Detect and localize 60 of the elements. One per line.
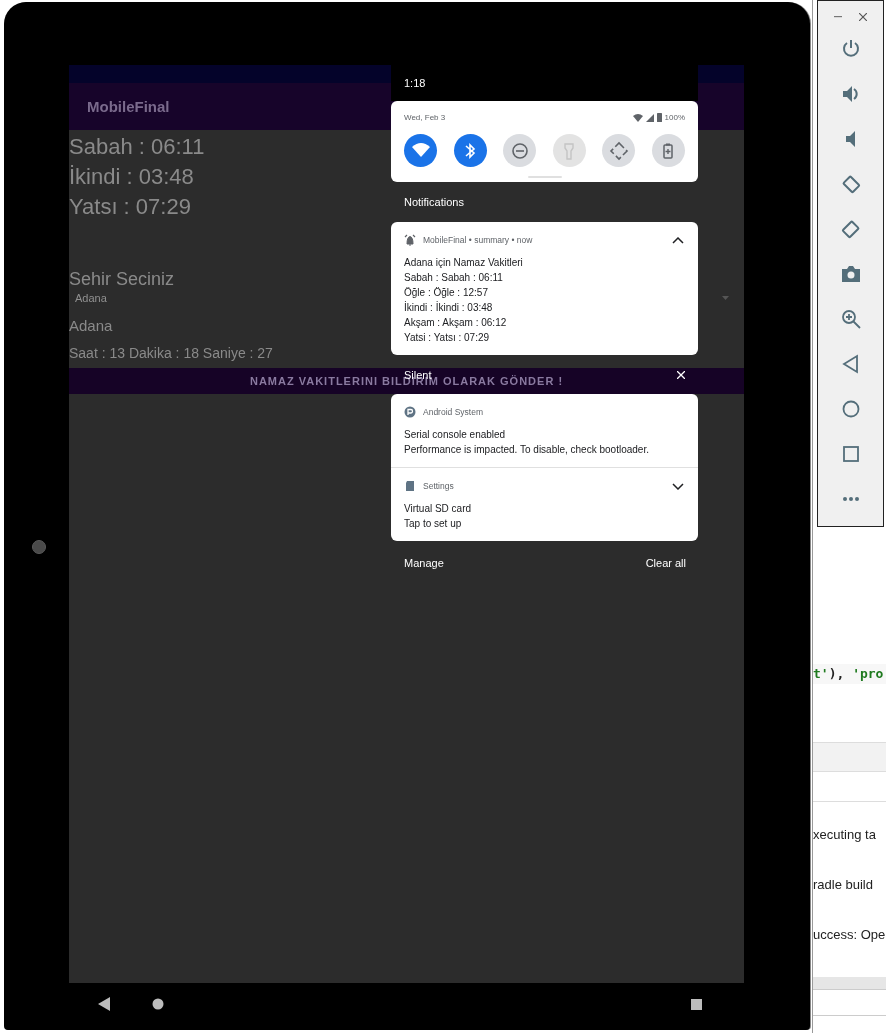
prayer-time: Sabah : 06:11 bbox=[69, 133, 205, 161]
notification-text: Öğle : Öğle : 12:57 bbox=[404, 286, 488, 300]
minimize-icon[interactable] bbox=[834, 16, 842, 18]
quick-settings-tile[interactable] bbox=[651, 134, 685, 167]
back-icon[interactable] bbox=[840, 354, 861, 374]
build-log-line: xecuting ta bbox=[813, 826, 876, 844]
notification-header: Android System bbox=[423, 407, 484, 417]
clock-text: Saat : 13 Dakika : 18 Saniye : 27 bbox=[69, 344, 273, 362]
close-icon[interactable] bbox=[859, 13, 867, 21]
selected-city: Adana bbox=[69, 317, 113, 335]
build-log-line: uccess: Ope bbox=[813, 926, 886, 944]
chevron-icon[interactable] bbox=[672, 236, 684, 244]
zoom-icon[interactable] bbox=[840, 309, 861, 329]
city-label: Sehir Seciniz bbox=[69, 268, 175, 290]
wifi-signal-icon bbox=[632, 113, 643, 122]
android-system-icon bbox=[404, 406, 416, 418]
clear-all-button[interactable]: Clear all bbox=[645, 557, 686, 569]
battery-percent: 100% bbox=[664, 113, 685, 122]
notification-text: Serial console enabled bbox=[404, 428, 506, 442]
build-log-line: radle build bbox=[813, 876, 873, 894]
battery-icon bbox=[656, 113, 662, 122]
section-title: Notifications bbox=[404, 196, 464, 208]
sd-card-icon bbox=[404, 480, 416, 492]
home-icon[interactable] bbox=[840, 399, 861, 419]
bell-icon bbox=[404, 234, 416, 246]
overview-icon[interactable] bbox=[840, 444, 861, 464]
notification-text: Yatsi : Yatsı : 07:29 bbox=[404, 331, 490, 345]
back-icon[interactable] bbox=[97, 997, 111, 1011]
prayer-time: İkindi : 03:48 bbox=[69, 163, 194, 191]
home-icon[interactable] bbox=[152, 998, 164, 1010]
app-title: MobileFinal bbox=[87, 98, 170, 115]
quick-settings-tile[interactable] bbox=[602, 134, 636, 167]
rotate-left-icon[interactable] bbox=[840, 174, 861, 194]
rotate-icon bbox=[607, 139, 630, 162]
notification-text: Sabah : Sabah : 06:11 bbox=[404, 271, 503, 285]
camera-icon[interactable] bbox=[840, 264, 861, 284]
quick-settings-tile[interactable] bbox=[453, 134, 487, 167]
city-dropdown[interactable]: Adana bbox=[75, 292, 107, 304]
cell-signal-icon bbox=[645, 113, 654, 122]
notification-text: Tap to set up bbox=[404, 517, 462, 531]
notification-text: Adana için Namaz Vakitleri bbox=[404, 256, 523, 270]
notification-header: MobileFinal • summary • now bbox=[423, 235, 534, 245]
notification-text: Akşam : Akşam : 06:12 bbox=[404, 316, 507, 330]
prayer-time: Yatsı : 07:29 bbox=[69, 193, 191, 221]
recents-icon[interactable] bbox=[691, 998, 702, 1010]
scroll-bar[interactable] bbox=[813, 977, 886, 990]
chevron-icon[interactable] bbox=[672, 482, 684, 490]
power-icon[interactable] bbox=[840, 39, 861, 59]
notification-text: Performance is impacted. To disable, check bootloader. bbox=[404, 443, 649, 457]
notification-text: Virtual SD card bbox=[404, 502, 472, 516]
rotate-right-icon[interactable] bbox=[840, 219, 861, 239]
volume-up-icon[interactable] bbox=[840, 84, 861, 104]
camera-dot bbox=[32, 540, 46, 554]
manage-button[interactable]: Manage bbox=[404, 557, 444, 569]
date-text: Wed, Feb 3 bbox=[404, 113, 446, 122]
notification-header: Settings bbox=[423, 481, 455, 491]
quick-settings-tile[interactable] bbox=[503, 134, 537, 167]
status-time: 1:18 bbox=[404, 77, 426, 89]
notification-text: İkindi : İkindi : 03:48 bbox=[404, 300, 493, 315]
quick-settings-tile[interactable] bbox=[404, 134, 437, 167]
